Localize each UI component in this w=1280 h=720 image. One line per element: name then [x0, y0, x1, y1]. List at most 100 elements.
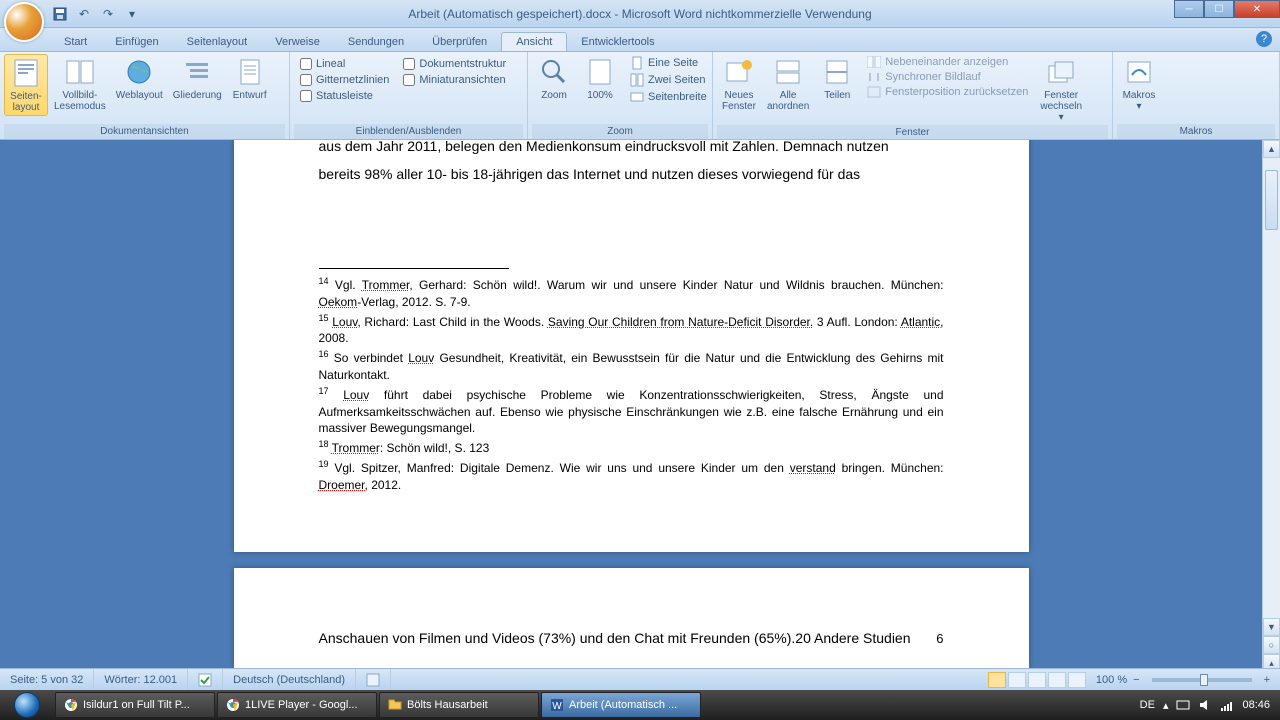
zoom-slider[interactable]	[1152, 678, 1252, 682]
browse-object-icon[interactable]: ○	[1263, 636, 1280, 654]
start-button[interactable]	[0, 690, 54, 720]
print-layout-button[interactable]: Seiten- layout	[4, 54, 48, 116]
ribbon-tabs: Start Einfügen Seitenlayout Verweise Sen…	[0, 28, 1280, 52]
globe-icon	[123, 56, 155, 88]
thumbnails-checkbox[interactable]: Miniaturansichten	[403, 74, 506, 86]
arrange-icon	[772, 56, 804, 88]
group-label-show: Einblenden/Ausblenden	[294, 124, 523, 139]
zoom-button[interactable]: Zoom	[532, 54, 576, 103]
sync-scroll-icon	[867, 71, 881, 83]
volume-icon[interactable]	[1198, 698, 1212, 712]
outline-icon	[181, 56, 213, 88]
network-icon[interactable]	[1220, 698, 1234, 712]
macros-icon	[1123, 56, 1155, 88]
web-layout-button[interactable]: Weblayout	[112, 54, 167, 103]
action-center-icon[interactable]	[1176, 698, 1190, 712]
status-words[interactable]: Wörter: 12.001	[94, 669, 188, 690]
tab-entwicklertools[interactable]: Entwicklertools	[567, 33, 668, 51]
document-page[interactable]: aus dem Jahr 2011, belegen den Medienkon…	[234, 140, 1029, 552]
view-draft-button[interactable]	[1068, 672, 1086, 688]
scroll-down-button[interactable]: ▼	[1263, 618, 1280, 636]
reset-position-button[interactable]: Fensterposition zurücksetzen	[867, 86, 1028, 98]
outline-button[interactable]: Gliederung	[169, 54, 226, 103]
taskbar-item-folder[interactable]: Bölts Hausarbeit	[379, 692, 539, 718]
fullscreen-reading-button[interactable]: Vollbild- Lesemodus	[50, 54, 110, 114]
tab-verweise[interactable]: Verweise	[261, 33, 334, 51]
help-icon[interactable]: ?	[1256, 31, 1272, 47]
tab-ansicht[interactable]: Ansicht	[501, 32, 567, 51]
tab-ueberpruefen[interactable]: Überprüfen	[418, 33, 501, 51]
scroll-thumb[interactable]	[1265, 170, 1278, 230]
group-label-macros: Makros	[1117, 124, 1275, 139]
close-button[interactable]: ✕	[1234, 0, 1280, 18]
zoom-out-button[interactable]: −	[1129, 674, 1143, 686]
status-page[interactable]: Seite: 5 von 32	[0, 669, 94, 690]
gridlines-checkbox[interactable]: Gitternetzlinien	[300, 74, 389, 86]
ruler-checkbox[interactable]: Lineal	[300, 58, 389, 70]
redo-icon[interactable]: ↷	[98, 4, 118, 24]
group-label-views: Dokumentansichten	[4, 124, 285, 139]
statusbar-checkbox[interactable]: Statusleiste	[300, 90, 389, 102]
qat-dropdown-icon[interactable]: ▾	[122, 4, 142, 24]
footnote-14: 14 Vgl. Trommer, Gerhard: Schön wild!. W…	[319, 275, 944, 311]
titlebar: ↶ ↷ ▾ Arbeit (Automatisch gespeichert).d…	[0, 0, 1280, 28]
document-page-next[interactable]: 6 Anschauen von Filmen und Videos (73%) …	[234, 568, 1029, 668]
tab-einfuegen[interactable]: Einfügen	[101, 33, 172, 51]
insert-icon	[366, 673, 380, 687]
two-pages-button[interactable]: Zwei Seiten	[630, 73, 707, 87]
book-icon	[64, 56, 96, 88]
tray-language[interactable]: DE	[1140, 699, 1155, 711]
view-outline-button[interactable]	[1048, 672, 1066, 688]
body-text: Anschauen von Filmen und Videos (73%) un…	[319, 624, 944, 652]
footnote-18: 18 Trommer: Schön wild!, S. 123	[319, 438, 944, 457]
undo-icon[interactable]: ↶	[74, 4, 94, 24]
sync-scroll-button[interactable]: Synchroner Bildlauf	[867, 71, 1028, 83]
status-insert[interactable]	[356, 669, 391, 690]
split-button[interactable]: Teilen	[815, 54, 859, 103]
minimize-button[interactable]: ─	[1174, 0, 1204, 18]
one-page-button[interactable]: Eine Seite	[630, 56, 707, 70]
save-icon[interactable]	[50, 4, 70, 24]
zoom-100-button[interactable]: 100%	[578, 54, 622, 103]
tray-clock[interactable]: 08:46	[1242, 699, 1270, 711]
macros-button[interactable]: Makros ▾	[1117, 54, 1161, 114]
body-text: aus dem Jahr 2011, belegen den Medienkon…	[319, 140, 944, 160]
side-by-side-icon	[867, 56, 881, 68]
new-window-button[interactable]: Neues Fenster	[717, 54, 761, 114]
status-proofing[interactable]	[188, 669, 223, 690]
status-bar: Seite: 5 von 32 Wörter: 12.001 Deutsch (…	[0, 668, 1280, 690]
zoom-in-button[interactable]: +	[1260, 674, 1274, 686]
scroll-up-button[interactable]: ▲	[1263, 140, 1280, 158]
side-by-side-button[interactable]: Nebeneinander anzeigen	[867, 56, 1028, 68]
docmap-checkbox[interactable]: Dokumentstruktur	[403, 58, 506, 70]
footnote-17: 17 Louv führt dabei psychische Probleme …	[319, 385, 944, 437]
folder-icon	[388, 698, 402, 712]
split-icon	[821, 56, 853, 88]
tab-sendungen[interactable]: Sendungen	[334, 33, 418, 51]
page-width-button[interactable]: Seitenbreite	[630, 90, 707, 104]
group-label-window: Fenster	[717, 125, 1108, 140]
tab-seitenlayout[interactable]: Seitenlayout	[173, 33, 262, 51]
chrome-icon	[64, 698, 78, 712]
tray-chevron-icon[interactable]: ▴	[1163, 699, 1169, 712]
office-button[interactable]	[4, 2, 44, 42]
taskbar-item-chrome-1[interactable]: Isildur1 on Full Tilt P...	[55, 692, 215, 718]
tab-start[interactable]: Start	[50, 33, 101, 51]
view-reading-button[interactable]	[1008, 672, 1026, 688]
arrange-all-button[interactable]: Alle anordnen	[763, 54, 813, 114]
status-language[interactable]: Deutsch (Deutschland)	[223, 669, 356, 690]
body-text: bereits 98% aller 10- bis 18-jährigen da…	[319, 160, 944, 188]
switch-window-button[interactable]: Fenster wechseln ▾	[1036, 54, 1086, 125]
view-web-button[interactable]	[1028, 672, 1046, 688]
taskbar-item-chrome-2[interactable]: 1LIVE Player - Googl...	[217, 692, 377, 718]
view-print-layout-button[interactable]	[988, 672, 1006, 688]
system-tray: DE ▴ 08:46	[1140, 698, 1280, 712]
window-title: Arbeit (Automatisch gespeichert).docx - …	[408, 7, 871, 21]
document-area[interactable]: aus dem Jahr 2011, belegen den Medienkon…	[0, 140, 1262, 690]
maximize-button[interactable]: ☐	[1204, 0, 1234, 18]
zoom-level[interactable]: 100 %	[1096, 674, 1127, 686]
taskbar-item-word[interactable]: WArbeit (Automatisch ...	[541, 692, 701, 718]
vertical-scrollbar[interactable]: ▲ ▼ ○ ▴ ▾	[1262, 140, 1280, 690]
footnote-separator	[319, 268, 509, 269]
draft-button[interactable]: Entwurf	[228, 54, 272, 103]
